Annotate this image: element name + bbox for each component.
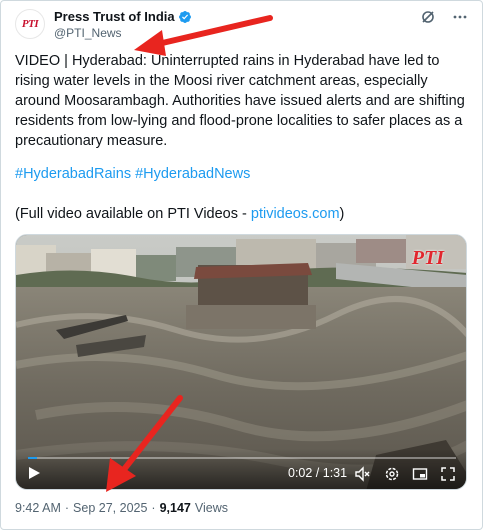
tweet-date[interactable]: Sep 27, 2025 bbox=[73, 501, 147, 515]
video-time: 0:02 / 1:31 bbox=[288, 466, 348, 480]
play-icon[interactable] bbox=[26, 465, 42, 481]
views-label: Views bbox=[194, 501, 228, 515]
author-handle[interactable]: @PTI_News bbox=[54, 26, 122, 40]
hashtag-link[interactable]: #HyderabadRains bbox=[15, 166, 131, 182]
video-watermark: PTI bbox=[411, 247, 444, 269]
hashtag-link[interactable]: #HyderabadNews bbox=[135, 166, 250, 182]
video-note-suffix: ) bbox=[339, 206, 345, 222]
tweet-card: PTI Press Trust of India @PTI_News VIDEO… bbox=[0, 0, 483, 530]
tweet-top-actions bbox=[420, 9, 468, 25]
video-controls: 0:02 / 1:31 bbox=[16, 449, 466, 489]
mute-icon[interactable] bbox=[354, 466, 370, 482]
tweet-time[interactable]: 9:42 AM bbox=[15, 501, 61, 515]
tweet-meta: 9:42 AM · Sep 27, 2025 · 9,147 Views bbox=[15, 501, 228, 515]
pip-icon[interactable] bbox=[412, 466, 428, 482]
verified-badge-icon bbox=[178, 10, 191, 23]
author-name-row: Press Trust of India bbox=[54, 9, 192, 24]
ptivideos-link[interactable]: ptivideos.com bbox=[251, 206, 340, 222]
fullscreen-icon[interactable] bbox=[440, 466, 456, 482]
avatar-logo: PTI bbox=[21, 17, 39, 30]
settings-icon[interactable] bbox=[384, 466, 400, 482]
video-note: (Full video available on PTI Videos - pt… bbox=[15, 206, 344, 222]
video-note-prefix: (Full video available on PTI Videos - bbox=[15, 206, 251, 222]
more-icon[interactable] bbox=[452, 9, 468, 25]
avatar[interactable]: PTI bbox=[15, 9, 45, 39]
grok-icon[interactable] bbox=[420, 9, 436, 25]
hashtags: #HyderabadRains #HyderabadNews bbox=[15, 166, 254, 182]
video-progress-fill bbox=[28, 457, 38, 459]
video-progress-bar[interactable] bbox=[28, 457, 456, 459]
author-display-name[interactable]: Press Trust of India bbox=[54, 9, 175, 24]
views-count: 9,147 bbox=[159, 501, 191, 515]
video-player[interactable]: PTI 0:02 / 1:31 bbox=[15, 234, 467, 490]
meta-separator: · bbox=[64, 501, 70, 515]
meta-separator: · bbox=[151, 501, 156, 515]
tweet-text: VIDEO | Hyderabad: Uninterrupted rains i… bbox=[15, 53, 465, 149]
